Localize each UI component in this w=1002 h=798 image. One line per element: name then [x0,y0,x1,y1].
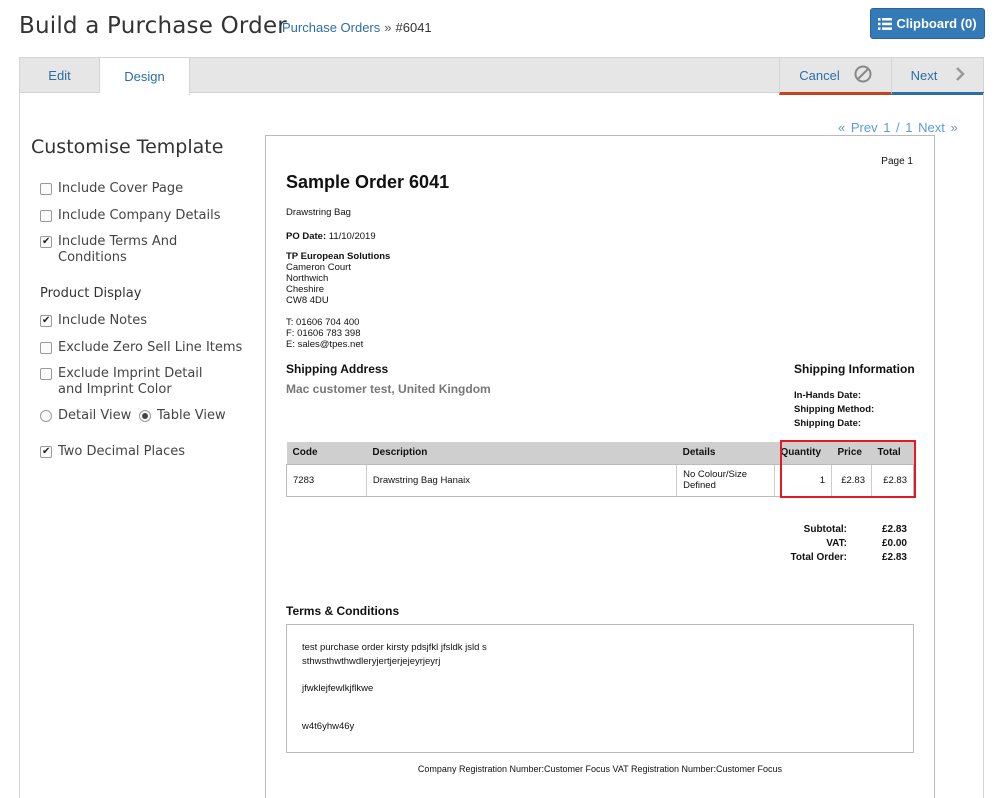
next-button[interactable]: Next [891,58,984,95]
tab-bar: Edit Design Cancel Next [19,57,984,95]
shipping-info-heading: Shipping Information [794,362,915,376]
prev-page-link[interactable]: « Prev [838,120,878,135]
shipping-info-fields: In-Hands Date: Shipping Method: Shipping… [794,389,874,431]
cell-details: No Colour/Size Defined [676,463,775,497]
include-notes-label: Include Notes [58,313,148,328]
cancel-button[interactable]: Cancel [779,58,891,95]
shipping-date-label: Shipping Date: [794,418,862,429]
shipping-address-heading: Shipping Address [286,362,389,376]
customise-template-title: Customise Template [31,136,224,158]
company-email: E: sales@tpes.net [286,339,364,350]
breadcrumb-current: #6041 [395,20,432,35]
terms-heading: Terms & Conditions [286,604,400,618]
table-view-label: Table View [157,408,226,423]
cell-code: 7283 [286,463,367,497]
next-page-link[interactable]: Next » [918,120,958,135]
product-display-heading: Product Display [40,286,142,301]
chevron-right-icon [955,66,966,85]
detail-view-label: Detail View [58,408,132,423]
registration-footer: Company Registration Number:Customer Foc… [417,764,783,774]
terms-box: test purchase order kirsty pdsjfkl jfsld… [286,624,914,753]
table-view-radio[interactable] [139,410,151,422]
list-icon [878,17,893,30]
ban-icon [854,65,872,86]
exclude-imprint-option[interactable]: Exclude Imprint Detail and Imprint Color [40,366,230,398]
exclude-zero-sell-option[interactable]: Exclude Zero Sell Line Items [40,340,242,356]
page-position: 1 / 1 [883,120,913,135]
include-terms-checkbox[interactable] [40,234,52,250]
terms-line: jfwklejfewlkjflkwe [302,683,374,694]
breadcrumb-separator: » [384,20,392,35]
po-date-label: PO Date: [286,231,327,242]
tab-design[interactable]: Design [100,58,190,95]
pager: « Prev 1 / 1 Next » [838,120,958,135]
column-header: Description [366,442,677,464]
two-decimal-option[interactable]: Two Decimal Places [40,444,185,460]
totals-values: £2.83 £0.00 £2.83 [882,523,907,565]
shipping-address-value: Mac customer test, United Kingdom [286,382,491,396]
include-notes-option[interactable]: Include Notes [40,313,147,329]
shipping-method-label: Shipping Method: [794,404,875,415]
address-line: CW8 4DU [286,295,329,306]
detail-view-radio[interactable] [40,410,52,422]
cancel-label: Cancel [799,67,840,83]
breadcrumb: Purchase Orders » #6041 [282,20,432,35]
totals-labels: Subtotal: VAT: Total Order: [791,523,847,565]
two-decimal-label: Two Decimal Places [58,444,185,459]
terms-line: sthwsthwthwdleryjertjerjejeyrjeyrj [302,655,441,667]
table-view-option[interactable]: Table View [139,408,226,424]
include-cover-page-label: Include Cover Page [58,181,184,196]
cell-description: Drawstring Bag Hanaix [365,463,677,497]
po-date-value: 11/10/2019 [328,231,376,242]
include-terms-label: Include Terms And Conditions [58,234,178,265]
total-order-label: Total Order: [790,552,847,563]
exclude-imprint-label: Exclude Imprint Detail and Imprint Color [58,366,203,397]
subtotal-label: Subtotal: [803,524,847,535]
page-number: Page 1 [881,156,913,167]
po-date: PO Date: 11/10/2019 [286,231,376,242]
clipboard-button[interactable]: Clipboard (0) [870,8,985,39]
include-terms-option[interactable]: Include Terms And Conditions [40,234,200,266]
subtotal-value: £2.83 [881,524,907,535]
include-company-details-option[interactable]: Include Company Details [40,208,221,224]
detail-view-option[interactable]: Detail View [40,408,131,424]
terms-line: test purchase order kirsty pdsjfkl jfsld… [302,642,487,653]
column-header: Details [676,442,775,464]
include-notes-checkbox[interactable] [40,313,52,329]
include-cover-page-option[interactable]: Include Cover Page [40,181,183,197]
terms-line: w4t6yhw46y [302,720,355,732]
clipboard-label: Clipboard (0) [896,16,977,31]
include-company-details-label: Include Company Details [58,208,221,223]
two-decimal-checkbox[interactable] [40,444,52,460]
vat-label: VAT: [826,538,847,549]
tab-edit[interactable]: Edit [20,58,100,93]
highlight-box [780,440,916,498]
vat-value: £0.00 [881,538,907,549]
page-title: Build a Purchase Order [19,13,287,39]
in-hands-date-label: In-Hands Date: [794,390,862,401]
column-header: Code [286,442,367,464]
order-subtitle: Drawstring Bag [286,207,351,218]
include-company-details-checkbox[interactable] [40,210,52,222]
order-title: Sample Order 6041 [286,172,450,192]
exclude-zero-sell-checkbox[interactable] [40,342,52,354]
document-preview: Page 1 Sample Order 6041 Drawstring Bag … [265,135,935,798]
include-cover-page-checkbox[interactable] [40,183,52,195]
exclude-imprint-checkbox[interactable] [40,368,52,380]
exclude-zero-sell-label: Exclude Zero Sell Line Items [58,340,243,355]
breadcrumb-purchase-orders-link[interactable]: Purchase Orders [282,20,380,35]
total-order-value: £2.83 [881,552,907,563]
next-label: Next [910,67,938,83]
